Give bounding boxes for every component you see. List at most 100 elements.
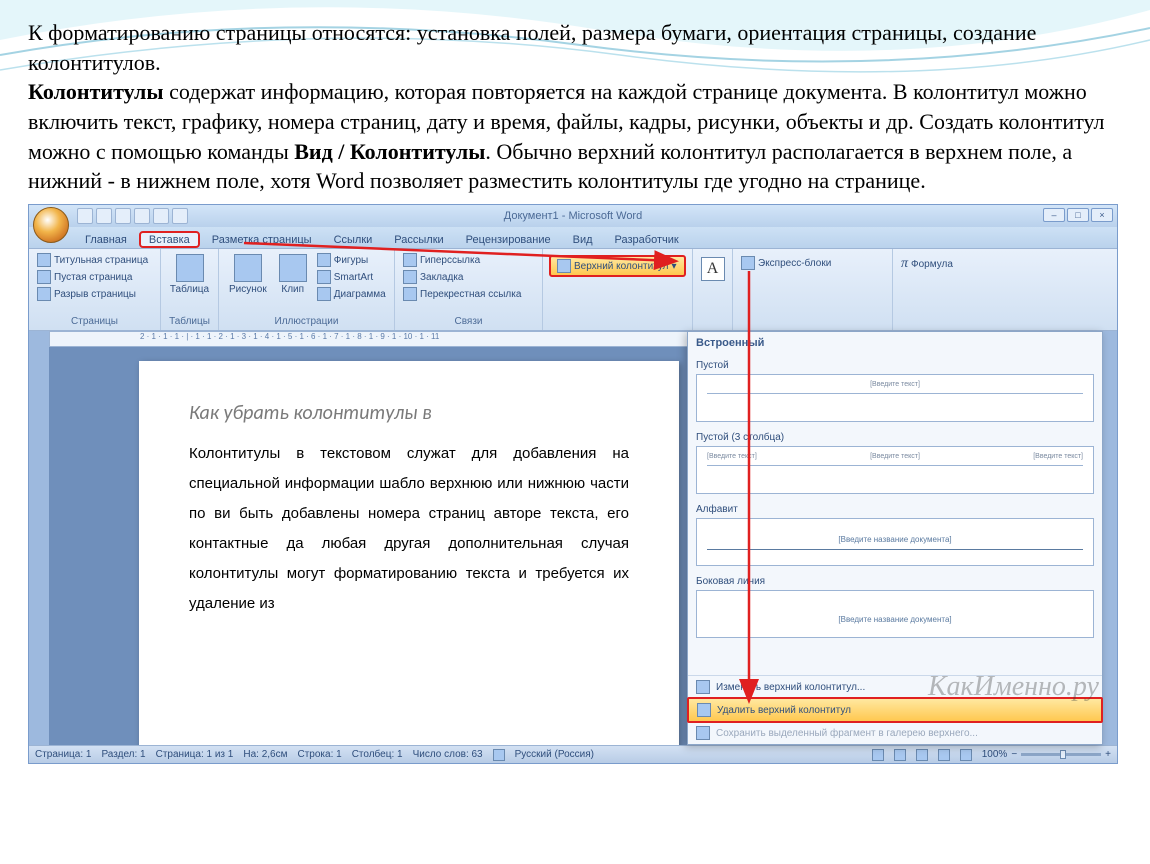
shapes-button[interactable]: Фигуры [315, 252, 388, 268]
group-illustrations: Рисунок Клип Фигуры SmartArt Диаграмма И… [219, 249, 395, 330]
minimize-button[interactable]: – [1043, 208, 1065, 222]
status-section[interactable]: Раздел: 1 [101, 749, 145, 760]
dropdown-arrow-icon: ▾ [672, 261, 677, 272]
qat-redo-icon[interactable] [115, 208, 131, 224]
status-page[interactable]: Страница: 1 [35, 749, 91, 760]
gallery-item-sideline[interactable]: [Введите название документа] [696, 590, 1094, 638]
ribbon-tabs: Главная Вставка Разметка страницы Ссылки… [29, 227, 1117, 249]
save-icon [696, 726, 710, 740]
office-button[interactable] [33, 207, 69, 243]
qat-save-icon[interactable] [77, 208, 93, 224]
watermark: КакИменно.ру [928, 671, 1099, 703]
term-kolontituly: Колонтитулы [28, 79, 164, 104]
tab-insert[interactable]: Вставка [139, 231, 200, 248]
quickparts-button[interactable]: Экспресс-блоки [739, 255, 886, 271]
qat-btn5-icon[interactable] [153, 208, 169, 224]
view-web-icon[interactable] [916, 749, 928, 761]
chart-button[interactable]: Диаграмма [315, 286, 388, 302]
tab-home[interactable]: Главная [75, 231, 137, 248]
group-symbols: π Формула [893, 249, 983, 330]
group-pages: Титульная страница Пустая страница Разры… [29, 249, 161, 330]
zoom-in-button[interactable]: + [1105, 749, 1111, 760]
save-selection-action: Сохранить выделенный фрагмент в галерею … [688, 722, 1102, 744]
clipart-icon [279, 254, 307, 282]
group-tables: Таблица Таблицы [161, 249, 219, 330]
qat-btn4-icon[interactable] [134, 208, 150, 224]
status-page-of[interactable]: Страница: 1 из 1 [156, 749, 234, 760]
hyperlink-button[interactable]: Гиперссылка [401, 252, 523, 268]
page[interactable]: Как убрать колонтитулы в Колонтитулы в т… [139, 361, 679, 745]
hyperlink-icon [403, 253, 417, 267]
smartart-button[interactable]: SmartArt [315, 269, 388, 285]
tab-review[interactable]: Рецензирование [456, 231, 561, 248]
status-bar: Страница: 1 Раздел: 1 Страница: 1 из 1 Н… [29, 745, 1117, 763]
group-header-footer: Верхний колонтитул ▾ [543, 249, 693, 330]
close-button[interactable]: × [1091, 208, 1113, 222]
bookmark-icon [403, 270, 417, 284]
header-icon [557, 259, 571, 273]
word-window: Документ1 - Microsoft Word – □ × Главная… [28, 204, 1118, 764]
smartart-icon [317, 270, 331, 284]
status-position[interactable]: На: 2,6см [243, 749, 287, 760]
status-line[interactable]: Строка: 1 [297, 749, 341, 760]
group-tables-label: Таблицы [167, 315, 212, 327]
page-break-icon [37, 287, 51, 301]
picture-button[interactable]: Рисунок [225, 252, 271, 315]
tab-view[interactable]: Вид [563, 231, 603, 248]
crossref-button[interactable]: Перекрестная ссылка [401, 286, 523, 302]
gallery-item-empty3[interactable]: [Введите текст] [Введите текст] [Введите… [696, 446, 1094, 494]
maximize-button[interactable]: □ [1067, 208, 1089, 222]
status-column[interactable]: Столбец: 1 [352, 749, 403, 760]
dropdown-gallery[interactable]: Пустой [Введите текст] Пустой (3 столбца… [688, 354, 1102, 682]
tab-developer[interactable]: Разработчик [605, 231, 689, 248]
gallery-item-alphabet[interactable]: [Введите название документа] [696, 518, 1094, 566]
dropdown-section-header: Встроенный [688, 332, 1102, 354]
formula-button[interactable]: π Формула [899, 255, 977, 273]
table-icon [176, 254, 204, 282]
cover-page-button[interactable]: Титульная страница [35, 252, 150, 268]
status-language[interactable]: Русский (Россия) [515, 749, 594, 760]
zoom-slider[interactable] [1021, 753, 1101, 756]
zoom-control[interactable]: 100% − + [982, 749, 1111, 760]
tab-references[interactable]: Ссылки [324, 231, 383, 248]
status-wordcount[interactable]: Число слов: 63 [413, 749, 483, 760]
blank-page-icon [37, 270, 51, 284]
delete-icon [697, 703, 711, 717]
paragraph-1: К форматированию страницы относятся: уст… [28, 20, 1036, 75]
window-title: Документ1 - Microsoft Word [29, 210, 1117, 222]
crossref-icon [403, 287, 417, 301]
quickparts-icon [741, 256, 755, 270]
view-draft-icon[interactable] [960, 749, 972, 761]
slide-text: К форматированию страницы относятся: уст… [0, 0, 1150, 204]
spellcheck-icon[interactable] [493, 749, 505, 761]
gallery-item-empty[interactable]: [Введите текст] [696, 374, 1094, 422]
shapes-icon [317, 253, 331, 267]
page-heading: Как убрать колонтитулы в [189, 401, 629, 425]
chart-icon [317, 287, 331, 301]
vertical-ruler[interactable] [29, 347, 49, 745]
clipart-button[interactable]: Клип [275, 252, 311, 315]
view-reading-icon[interactable] [894, 749, 906, 761]
qat-btn6-icon[interactable] [172, 208, 188, 224]
view-outline-icon[interactable] [938, 749, 950, 761]
tab-page-layout[interactable]: Разметка страницы [202, 231, 322, 248]
quick-access-toolbar [77, 208, 188, 224]
picture-icon [234, 254, 262, 282]
view-print-icon[interactable] [872, 749, 884, 761]
textbox-icon: A [701, 257, 725, 281]
tab-mailings[interactable]: Рассылки [384, 231, 453, 248]
page-break-button[interactable]: Разрыв страницы [35, 286, 150, 302]
table-button[interactable]: Таблица [166, 252, 213, 315]
gallery-item-label: Пустой (3 столбца) [696, 426, 1094, 446]
group-illustrations-label: Иллюстрации [225, 315, 388, 327]
zoom-out-button[interactable]: − [1011, 749, 1017, 760]
textbox-button[interactable]: A [699, 255, 726, 283]
group-links: Гиперссылка Закладка Перекрестная ссылка… [395, 249, 543, 330]
edit-icon [696, 680, 710, 694]
header-button[interactable]: Верхний колонтитул ▾ [549, 255, 686, 277]
qat-undo-icon[interactable] [96, 208, 112, 224]
bookmark-button[interactable]: Закладка [401, 269, 523, 285]
gallery-item-label: Боковая линия [696, 570, 1094, 590]
zoom-value: 100% [982, 749, 1008, 760]
blank-page-button[interactable]: Пустая страница [35, 269, 150, 285]
